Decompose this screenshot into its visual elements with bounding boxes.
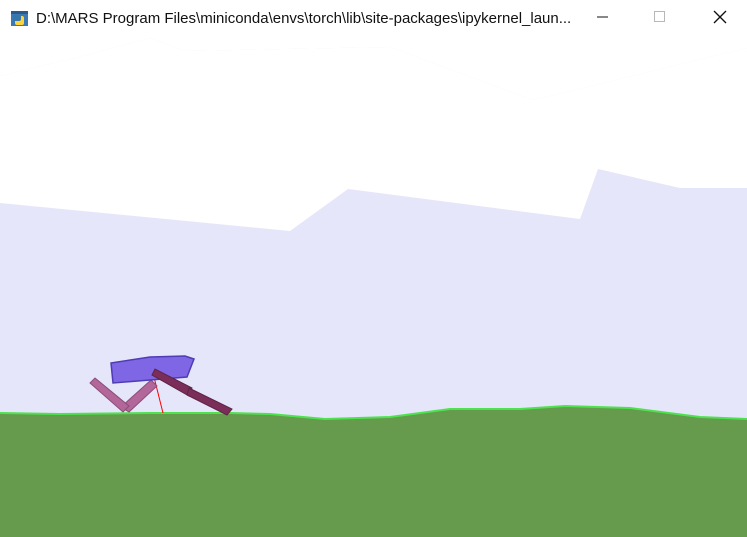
bipedal-walker-scene bbox=[0, 38, 747, 537]
minimize-button[interactable] bbox=[580, 0, 626, 38]
maximize-button[interactable] bbox=[637, 0, 683, 38]
python-app-icon bbox=[11, 10, 29, 28]
simulation-viewport bbox=[0, 38, 747, 537]
close-button[interactable] bbox=[697, 0, 743, 38]
minimize-icon bbox=[597, 10, 609, 28]
window-title: D:\MARS Program Files\miniconda\envs\tor… bbox=[36, 10, 572, 27]
terrain-ground bbox=[0, 406, 747, 537]
maximize-icon bbox=[654, 10, 666, 28]
title-bar[interactable]: D:\MARS Program Files\miniconda\envs\tor… bbox=[0, 0, 747, 38]
close-icon bbox=[713, 10, 727, 29]
app-window: D:\MARS Program Files\miniconda\envs\tor… bbox=[0, 0, 747, 537]
